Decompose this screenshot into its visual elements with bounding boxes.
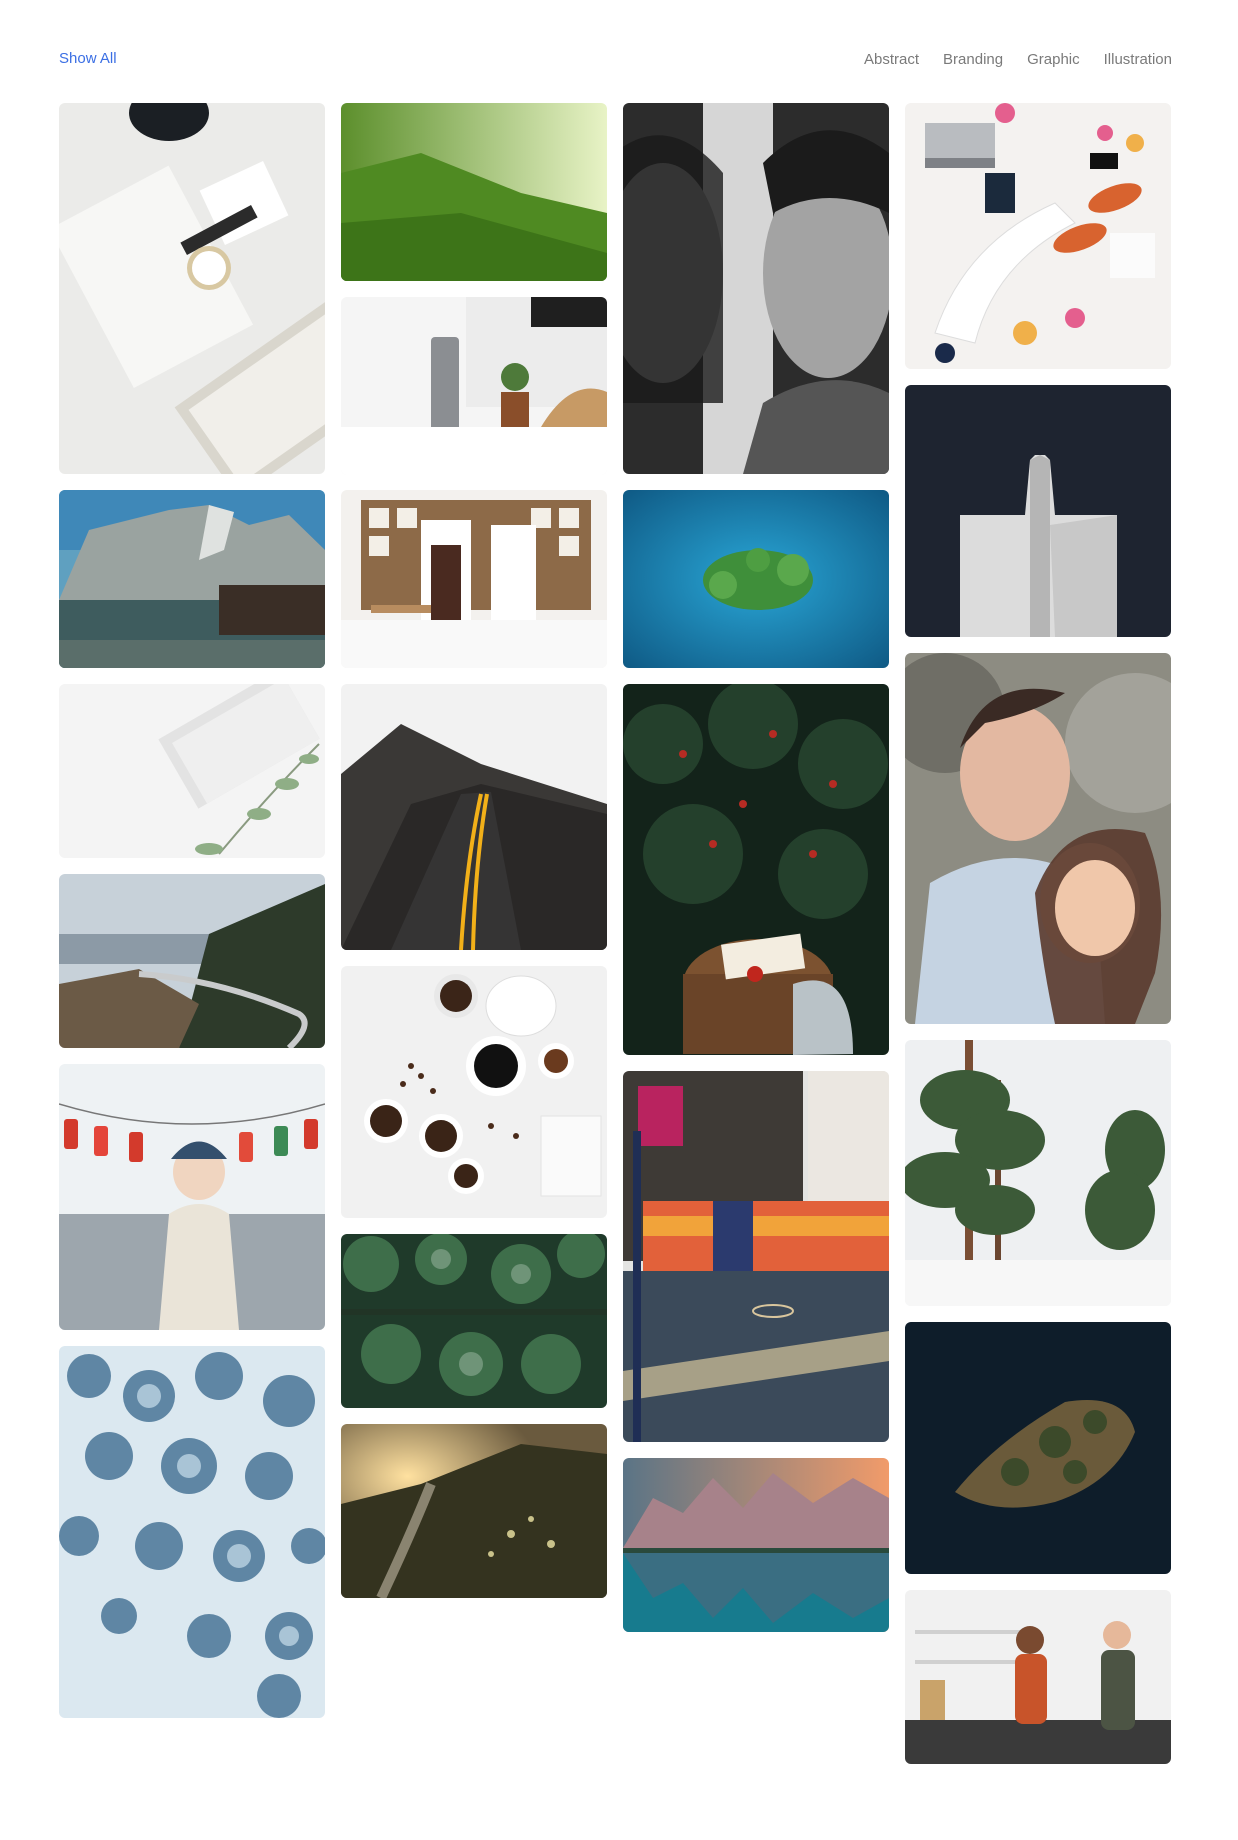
- apple-tree-book-image[interactable]: [623, 684, 889, 1055]
- colorful-basketball-court-image[interactable]: [623, 1071, 889, 1442]
- dark-tower-architecture-image[interactable]: [905, 385, 1171, 637]
- mountain-lake-cabin-image[interactable]: [59, 490, 325, 668]
- sunset-trail-image[interactable]: [341, 1424, 607, 1598]
- aerial-island-blue-image[interactable]: [623, 490, 889, 668]
- filter-graphic[interactable]: Graphic: [1027, 51, 1080, 68]
- mountain-viaduct-image[interactable]: [59, 874, 325, 1048]
- filter-show-all[interactable]: Show All: [59, 50, 117, 67]
- desk-watch-keyboard-image[interactable]: [59, 103, 325, 474]
- envelope-eucalyptus-image[interactable]: [59, 684, 325, 858]
- dark-aerial-island-image[interactable]: [905, 1322, 1171, 1574]
- winding-road-image[interactable]: [341, 684, 607, 950]
- filter-branding[interactable]: Branding: [943, 51, 1003, 68]
- aerial-pine-forest-image[interactable]: [341, 1234, 607, 1408]
- lake-mountain-reflection-image[interactable]: [623, 1458, 889, 1632]
- bw-couple-portrait-image[interactable]: [623, 103, 889, 474]
- smiling-couple-image[interactable]: [905, 653, 1171, 1024]
- flatlay-sneakers-image[interactable]: [905, 103, 1171, 369]
- woman-christmas-socks-image[interactable]: [59, 1064, 325, 1330]
- filter-bar: Show All Abstract Branding Graphic Illus…: [59, 47, 1172, 71]
- filter-illustration[interactable]: Illustration: [1104, 51, 1172, 68]
- kitchen-couple-image[interactable]: [905, 1590, 1171, 1764]
- portfolio-page: Show All Abstract Branding Graphic Illus…: [0, 0, 1238, 1840]
- snowy-pine-trees-image[interactable]: [905, 1040, 1171, 1306]
- bookshelf-interior-image[interactable]: [341, 490, 607, 668]
- filter-abstract[interactable]: Abstract: [864, 51, 919, 68]
- snowy-forest-aerial-image[interactable]: [59, 1346, 325, 1718]
- speaker-desk-image[interactable]: [341, 297, 607, 475]
- coffee-beans-flatlay-image[interactable]: [341, 966, 607, 1218]
- green-tea-hills-image[interactable]: [341, 103, 607, 281]
